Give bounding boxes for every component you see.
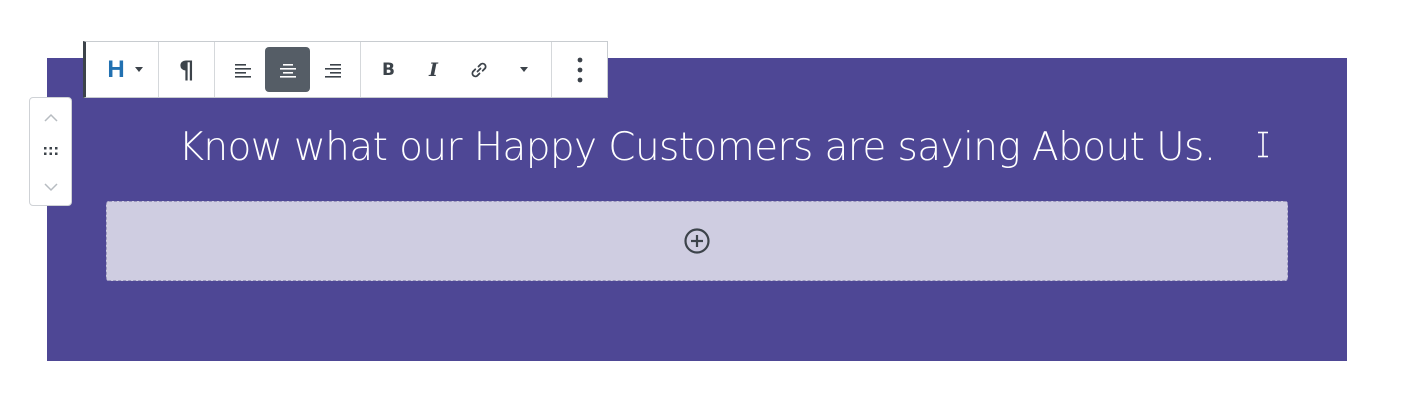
- chevron-down-icon: [519, 67, 528, 72]
- more-vertical-icon: [577, 57, 582, 82]
- align-right-button[interactable]: [310, 47, 355, 92]
- align-right-icon: [324, 63, 341, 78]
- bold-button[interactable]: B: [366, 47, 411, 92]
- align-center-button[interactable]: [265, 47, 310, 92]
- paragraph-transform-button[interactable]: ¶: [164, 47, 209, 92]
- caret-down-icon: [134, 67, 143, 72]
- italic-icon: I: [429, 58, 438, 81]
- heading-level-button[interactable]: H: [91, 47, 153, 92]
- more-options-button[interactable]: [557, 47, 602, 92]
- align-center-icon: [279, 63, 296, 78]
- link-button[interactable]: [456, 47, 501, 92]
- italic-button[interactable]: I: [411, 47, 456, 92]
- cover-heading[interactable]: Know what our Happy Customers are saying…: [47, 118, 1347, 178]
- editor-canvas: H ¶ B I Know what our Happy Customers ar…: [0, 0, 1408, 403]
- text-cursor-icon: [1258, 131, 1268, 158]
- options-group: [552, 42, 607, 97]
- paragraph-icon: ¶: [178, 55, 195, 84]
- align-left-button[interactable]: [220, 47, 265, 92]
- align-left-icon: [234, 63, 251, 78]
- chevron-down-icon: [43, 182, 58, 191]
- more-formats-button[interactable]: [501, 47, 546, 92]
- alignment-group: [215, 42, 361, 97]
- add-block-button[interactable]: [106, 201, 1288, 281]
- transform-group: ¶: [159, 42, 215, 97]
- formatting-group: B I: [361, 42, 552, 97]
- plus-circle-icon: [684, 228, 710, 254]
- link-icon: [471, 62, 486, 77]
- block-toolbar: H ¶ B I: [83, 41, 608, 98]
- block-type-group: H: [86, 42, 159, 97]
- bold-icon: B: [382, 59, 395, 80]
- heading-icon: H: [107, 55, 125, 83]
